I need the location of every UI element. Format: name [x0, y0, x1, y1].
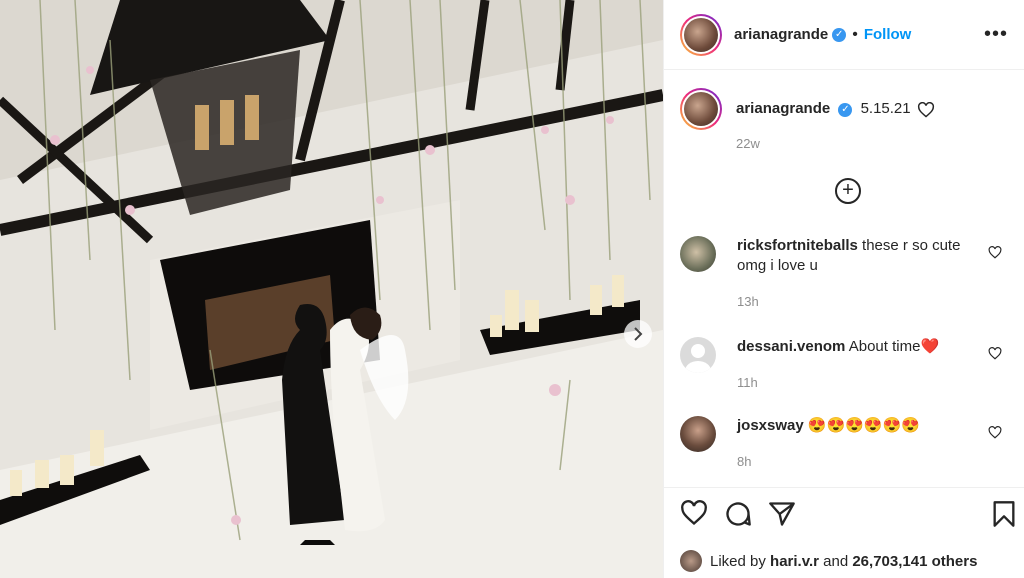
send-icon[interactable] [768, 500, 796, 528]
caption-username[interactable]: arianagrande [736, 100, 830, 117]
more-options-button[interactable]: ••• [984, 23, 1008, 46]
caption-time: 22w [736, 136, 760, 151]
caption: arianagrande ✓ 5.15.21 22w [680, 88, 1010, 151]
commenter-avatar[interactable] [680, 337, 716, 373]
comment-username[interactable]: josxsway [737, 417, 804, 434]
author-username[interactable]: arianagrande [734, 26, 828, 43]
caption-avatar[interactable] [680, 88, 722, 130]
follow-button[interactable]: Follow [864, 26, 912, 43]
comment-icon[interactable] [724, 500, 752, 528]
commenter-avatar[interactable] [680, 236, 716, 272]
liker-username[interactable]: hari.v.r [770, 553, 819, 570]
likes-summary: Liked by hari.v.r and 26,703,141 others [680, 550, 977, 572]
next-photo-button[interactable] [624, 320, 652, 348]
separator-dot: • [852, 25, 858, 43]
likes-and: and [823, 552, 849, 570]
wedding-photo [0, 0, 663, 578]
commenter-avatar[interactable] [680, 416, 716, 452]
caption-text: 5.15.21 [860, 100, 911, 118]
author-avatar[interactable] [680, 13, 722, 56]
default-avatar-icon [685, 344, 711, 373]
likes-count[interactable]: 26,703,141 others [852, 553, 977, 570]
post-sidebar: arianagrande ✓ • Follow ••• arianagrande… [663, 0, 1024, 578]
verified-badge-icon: ✓ [832, 27, 847, 42]
avatar-image [684, 17, 718, 52]
comment-time: 13h [737, 294, 759, 309]
comment-username[interactable]: dessani.venom [737, 338, 845, 355]
avatar-image [684, 92, 718, 126]
verified-badge-icon: ✓ [838, 102, 853, 117]
comment-like-heart-icon[interactable] [988, 426, 1002, 439]
comment-text: 😍😍😍😍😍😍 [807, 417, 920, 434]
comment-like-heart-icon[interactable] [988, 347, 1002, 360]
comment-item: josxsway 😍😍😍😍😍😍 8h [680, 416, 1010, 476]
liker-avatar[interactable] [680, 550, 702, 572]
comment-like-heart-icon[interactable] [988, 246, 1002, 259]
action-bar [664, 487, 1024, 534]
instagram-post: arianagrande ✓ • Follow ••• arianagrande… [0, 0, 1024, 578]
comment-time: 8h [737, 454, 752, 469]
comment-item: dessani.venom About time❤️ 11h [680, 337, 1010, 397]
bookmark-icon[interactable] [992, 500, 1016, 528]
chevron-right-icon [634, 327, 643, 341]
load-more-comments-button[interactable]: + [835, 178, 861, 204]
post-header: arianagrande ✓ • Follow ••• [664, 0, 1024, 70]
heart-icon[interactable] [680, 500, 708, 526]
post-photo[interactable] [0, 0, 663, 578]
comment-username[interactable]: ricksfortniteballs [737, 237, 858, 254]
comment-item: ricksfortniteballs these r so cute omg i… [680, 236, 1010, 316]
comment-text: About time❤️ [848, 338, 940, 355]
heart-icon [917, 101, 934, 118]
likes-prefix: Liked by [710, 552, 766, 570]
plus-circle-icon: + [842, 179, 854, 201]
comment-time: 11h [737, 375, 758, 390]
